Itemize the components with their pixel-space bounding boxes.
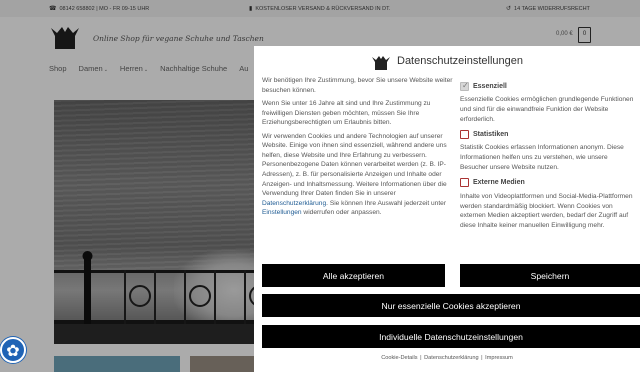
dialog-logo	[372, 56, 390, 70]
dialog-description: Wir benötigen Ihre Zustimmung, bevor Sie…	[262, 76, 454, 222]
save-button[interactable]: Speichern	[460, 264, 640, 287]
statistics-checkbox[interactable]	[460, 129, 469, 139]
imprint-link[interactable]: Impressum	[485, 355, 513, 361]
cookie-options: Essenziell Essenzielle Cookies ermöglich…	[460, 81, 636, 236]
option-external-media: Externe Medien Inhalte von Videoplattfor…	[460, 178, 636, 231]
option-title: Externe Medien	[473, 179, 525, 187]
dialog-title: Datenschutzeinstellungen	[397, 55, 523, 67]
separator: |	[420, 355, 422, 361]
option-title: Statistiken	[473, 130, 509, 138]
individual-settings-button[interactable]: Individuelle Datenschutzeinstellungen	[262, 325, 640, 348]
option-statistics: Statistiken Statistik Cookies erfassen I…	[460, 129, 636, 172]
option-title: Essenziell	[473, 82, 507, 90]
privacy-policy-link[interactable]: Datenschutzerklärung	[262, 200, 326, 207]
option-essential: Essenziell Essenzielle Cookies ermöglich…	[460, 81, 636, 124]
option-description: Statistik Cookies erfassen Informationen…	[460, 144, 624, 171]
accept-all-button[interactable]: Alle akzeptieren	[262, 264, 445, 287]
separator: |	[481, 355, 483, 361]
external-media-checkbox[interactable]	[460, 178, 469, 188]
option-description: Essenzielle Cookies ermöglichen grundleg…	[460, 96, 634, 123]
accept-essential-button[interactable]: Nur essenzielle Cookies akzeptieren	[262, 294, 640, 317]
settings-link[interactable]: Einstellungen	[262, 209, 302, 216]
essential-checkbox[interactable]	[460, 81, 469, 91]
consent-text: Wir benötigen Ihre Zustimmung, bevor Sie…	[262, 77, 453, 94]
option-description: Inhalte von Videoplattformen und Social-…	[460, 192, 633, 230]
cookie-info-text: Wir verwenden Cookies und andere Technol…	[262, 132, 447, 217]
dialog-footer-links: Cookie-Details | Datenschutzerklärung | …	[254, 355, 640, 361]
cookie-details-link[interactable]: Cookie-Details	[381, 355, 417, 361]
cookie-settings-icon[interactable]: ✿	[0, 337, 26, 363]
privacy-settings-dialog: Datenschutzeinstellungen Wir benötigen I…	[254, 46, 640, 372]
minor-consent-text: Wenn Sie unter 16 Jahre alt sind und Ihr…	[262, 99, 431, 127]
privacy-policy-footer-link[interactable]: Datenschutzerklärung	[424, 355, 478, 361]
